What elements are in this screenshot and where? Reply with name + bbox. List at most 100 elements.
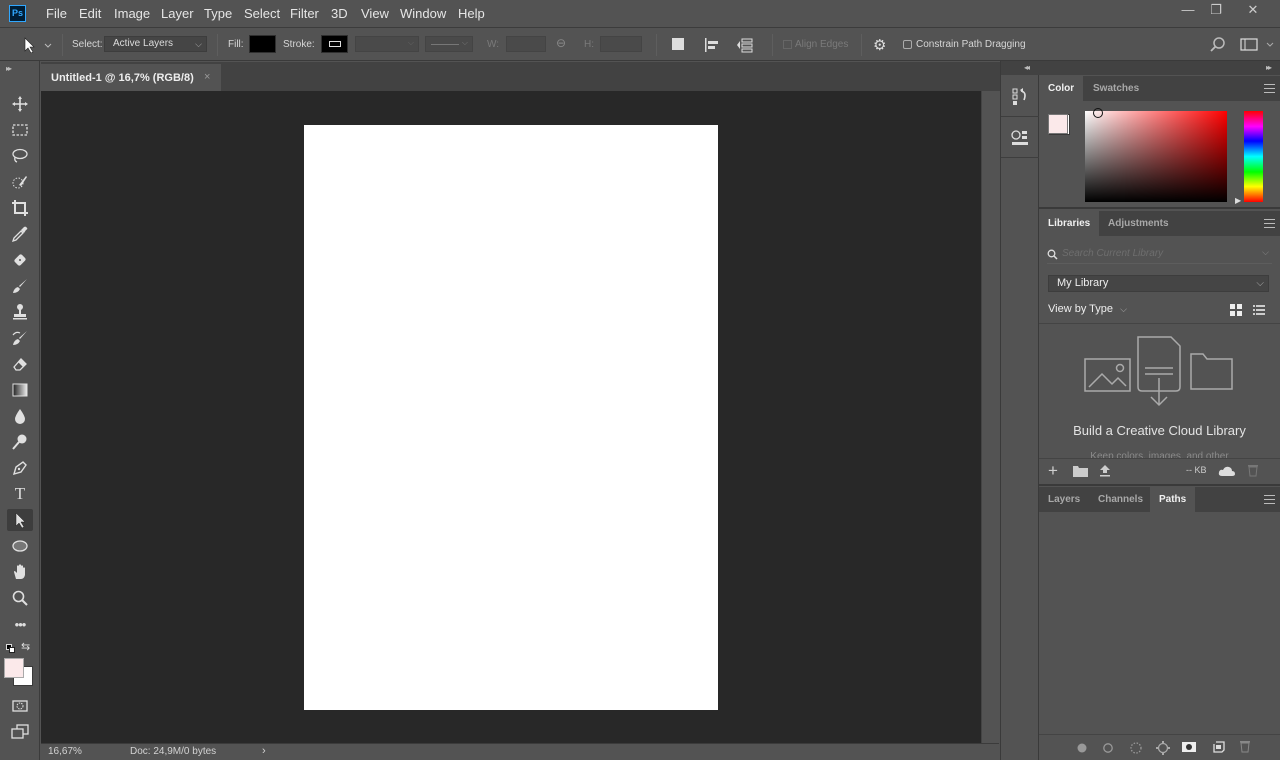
list-view-button[interactable] (1252, 303, 1266, 317)
spot-healing-brush-tool[interactable] (7, 249, 33, 271)
close-button[interactable]: ✕ (1237, 0, 1269, 22)
path-alignment-icon[interactable] (704, 37, 720, 58)
status-menu-arrow-icon[interactable]: › (262, 745, 266, 757)
menu-window[interactable]: Window (400, 6, 446, 21)
stroke-path-icon[interactable] (1102, 742, 1114, 754)
library-search-field[interactable]: Search Current Library ⌵ (1047, 246, 1272, 264)
height-field[interactable] (600, 36, 642, 52)
menu-edit[interactable]: Edit (79, 6, 101, 21)
menu-type[interactable]: Type (204, 6, 232, 21)
hue-slider[interactable] (1244, 111, 1263, 202)
hue-slider-handle[interactable]: ▶ (1235, 196, 1241, 205)
type-tool[interactable]: T (7, 483, 33, 505)
crop-tool[interactable] (7, 197, 33, 219)
history-brush-tool[interactable] (7, 327, 33, 349)
canvas-area[interactable] (41, 91, 981, 743)
quick-selection-tool[interactable] (7, 171, 33, 193)
blur-tool[interactable] (7, 405, 33, 427)
panel-menu-icon[interactable] (1264, 84, 1275, 93)
workspace-switcher[interactable] (1240, 38, 1276, 57)
delete-path-icon[interactable] (1239, 739, 1251, 753)
tab-paths[interactable]: Paths (1150, 487, 1196, 512)
stroke-type-dropdown[interactable]: ⌵ (425, 36, 473, 52)
gradient-tool[interactable] (7, 379, 33, 401)
pen-tool[interactable] (7, 457, 33, 479)
stroke-width-field[interactable]: ⌵ (355, 36, 419, 52)
close-document-icon[interactable]: × (204, 71, 210, 83)
tab-color[interactable]: Color (1039, 76, 1084, 101)
history-panel-button[interactable] (1010, 87, 1032, 114)
rectangular-marquee-tool[interactable] (7, 119, 33, 141)
folder-icon[interactable] (1072, 465, 1089, 478)
document-tab[interactable]: Untitled-1 @ 16,7% (RGB/8) × (41, 64, 221, 91)
width-field[interactable] (506, 36, 546, 52)
fill-path-icon[interactable] (1076, 742, 1088, 754)
tool-preset-picker[interactable] (22, 37, 52, 58)
brush-tool[interactable] (7, 275, 33, 297)
menu-help[interactable]: Help (458, 6, 485, 21)
vertical-scrollbar[interactable] (981, 91, 999, 743)
make-work-path-icon[interactable] (1155, 740, 1171, 756)
properties-panel-button[interactable] (1010, 127, 1032, 154)
ellipse-tool[interactable] (7, 535, 33, 557)
edit-toolbar-button[interactable]: ••• (7, 613, 33, 635)
search-button[interactable] (1210, 37, 1226, 58)
path-operations-icon[interactable] (672, 38, 684, 50)
link-icon[interactable]: ⊖ (556, 36, 566, 50)
lasso-tool[interactable] (7, 145, 33, 167)
tab-layers[interactable]: Layers (1039, 487, 1089, 512)
library-select[interactable]: My Library ⌵ (1048, 275, 1269, 292)
tab-libraries[interactable]: Libraries (1039, 211, 1100, 236)
panel-menu-icon[interactable] (1264, 219, 1275, 228)
panel-menu-icon[interactable] (1264, 495, 1275, 504)
new-path-icon[interactable] (1212, 740, 1226, 754)
select-dropdown[interactable]: Active Layers ⌵ (104, 36, 207, 52)
menu-layer[interactable]: Layer (161, 6, 194, 21)
menu-3d[interactable]: 3D (331, 6, 348, 21)
quick-mask-button[interactable] (7, 695, 33, 717)
zoom-level[interactable]: 16,67% (48, 746, 82, 757)
fill-swatch[interactable] (249, 35, 276, 53)
view-by-type-dropdown[interactable]: View by Type ⌵ (1048, 303, 1127, 315)
constrain-path-checkbox[interactable] (903, 40, 912, 49)
grid-view-button[interactable] (1229, 303, 1243, 317)
paths-list[interactable] (1039, 512, 1280, 734)
menu-filter[interactable]: Filter (290, 6, 319, 21)
upload-icon[interactable] (1099, 464, 1111, 478)
load-path-as-selection-icon[interactable] (1129, 741, 1143, 755)
align-edges-checkbox[interactable] (783, 40, 792, 49)
add-content-icon[interactable]: + (1048, 461, 1058, 481)
document-canvas[interactable] (304, 125, 718, 710)
dodge-tool[interactable] (7, 431, 33, 453)
foreground-color-swatch[interactable] (4, 658, 24, 678)
eraser-tool[interactable] (7, 353, 33, 375)
menu-image[interactable]: Image (114, 6, 150, 21)
collapse-dock-icon[interactable]: ◂◂ (1024, 63, 1030, 72)
trash-icon[interactable] (1247, 463, 1259, 477)
move-tool[interactable] (7, 93, 33, 115)
tab-swatches[interactable]: Swatches (1084, 76, 1148, 101)
zoom-tool[interactable] (7, 587, 33, 609)
hand-tool[interactable] (7, 561, 33, 583)
path-arrangement-icon[interactable] (736, 37, 754, 58)
default-colors-button[interactable] (6, 644, 15, 653)
color-picker-cursor[interactable] (1093, 108, 1103, 118)
tab-channels[interactable]: Channels (1089, 487, 1152, 512)
cloud-icon[interactable] (1218, 465, 1236, 477)
gear-icon[interactable]: ⚙ (873, 36, 886, 54)
add-mask-icon[interactable] (1181, 741, 1197, 753)
color-field[interactable] (1085, 108, 1227, 202)
eyedropper-tool[interactable] (7, 223, 33, 245)
menu-select[interactable]: Select (244, 6, 280, 21)
restore-button[interactable]: ❐ (1200, 0, 1232, 22)
stroke-swatch[interactable] (321, 35, 348, 53)
color-panel-foreground-swatch[interactable] (1048, 114, 1068, 134)
path-selection-tool[interactable] (7, 509, 33, 531)
clone-stamp-tool[interactable] (7, 301, 33, 323)
swap-colors-icon[interactable]: ⇆ (21, 640, 30, 653)
menu-view[interactable]: View (361, 6, 389, 21)
expand-toolbar-icon[interactable]: ▸▸ (6, 64, 12, 73)
collapse-panels-icon[interactable]: ▸▸ (1266, 63, 1272, 72)
tab-adjustments[interactable]: Adjustments (1099, 211, 1178, 236)
screen-mode-button[interactable] (7, 721, 33, 743)
